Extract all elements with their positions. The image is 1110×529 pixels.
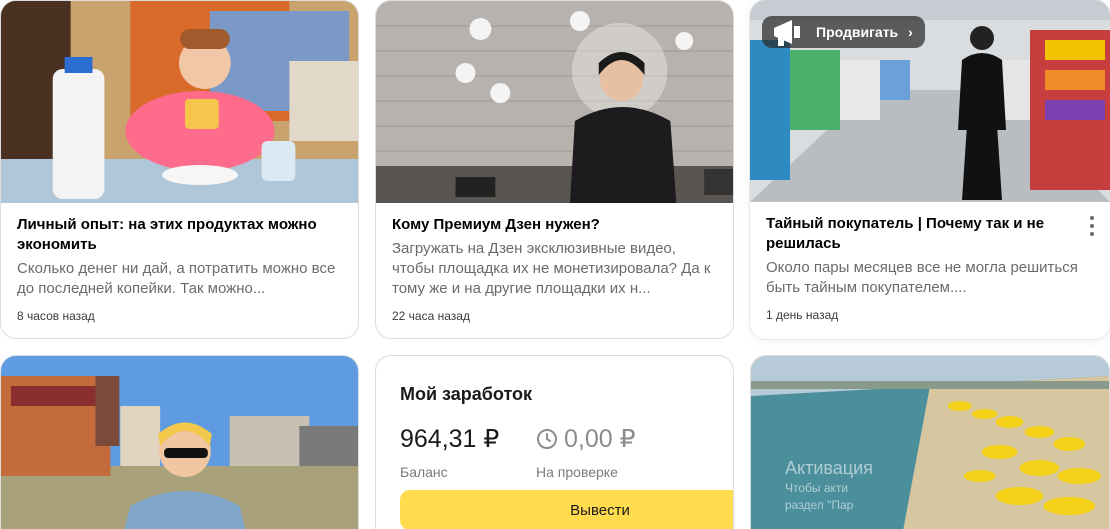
article-thumbnail[interactable]: Активация Чтобы акти раздел "Пар [751,356,1109,529]
article-card[interactable]: Личный опыт: на этих продуктах можно эко… [0,0,359,339]
promote-icon [774,20,800,46]
withdraw-button[interactable]: Вывести [400,490,733,529]
article-snippet: Загружать на Дзен эксклюзивные видео, чт… [392,240,711,297]
earnings-content: Мой заработок 964,31 ₽ Баланс 0,00 ₽ На … [400,384,733,480]
article-card[interactable]: Активация Чтобы акти раздел "Пар [750,355,1110,529]
review-value-wrap: 0,00 ₽ [536,424,636,454]
article-time: 8 часов назад [17,309,95,323]
article-thumbnail[interactable] [1,356,358,529]
promote-label: Продвигать [816,24,899,40]
article-thumbnail[interactable] [376,1,733,203]
balance-label: Баланс [400,464,448,480]
promote-button[interactable]: Продвигать › [762,16,925,48]
article-title[interactable]: Кому Премиум Дзен нужен? [392,215,717,235]
review-value: 0,00 ₽ [564,425,636,453]
clock-icon [537,429,557,449]
article-body: Кому Премиум Дзен нужен? Загружать на Дз… [392,215,717,299]
chevron-right-icon: › [908,24,913,40]
article-snippet: Сколько денег ни дай, а потратить можно … [17,260,336,297]
review-label: На проверке [536,464,618,480]
article-snippet: Около пары месяцев все не могла решиться… [766,259,1078,296]
article-time: 1 день назад [766,308,839,322]
article-card[interactable]: Продвигать › Тайный покупатель | Почему … [750,0,1110,339]
article-title[interactable]: Личный опыт: на этих продуктах можно эко… [17,215,342,255]
balance-value: 964,31 ₽ [400,425,500,453]
article-thumbnail[interactable] [1,1,358,203]
os-activation-watermark: Активация Чтобы акти раздел "Пар [785,458,873,512]
earnings-widget: Мой заработок 964,31 ₽ Баланс 0,00 ₽ На … [375,355,734,529]
article-body: Тайный покупатель | Почему так и не реши… [766,214,1080,298]
article-card[interactable]: Кому Премиум Дзен нужен? Загружать на Дз… [375,0,734,339]
more-vertical-icon[interactable] [1088,216,1096,236]
article-title[interactable]: Тайный покупатель | Почему так и не реши… [766,214,1080,254]
article-time: 22 часа назад [392,309,470,323]
feed-grid: Личный опыт: на этих продуктах можно эко… [0,0,1110,529]
article-body: Личный опыт: на этих продуктах можно эко… [17,215,342,299]
article-thumbnail[interactable]: Продвигать › [750,0,1110,202]
earnings-title: Мой заработок [400,384,533,404]
article-card[interactable] [0,355,359,529]
